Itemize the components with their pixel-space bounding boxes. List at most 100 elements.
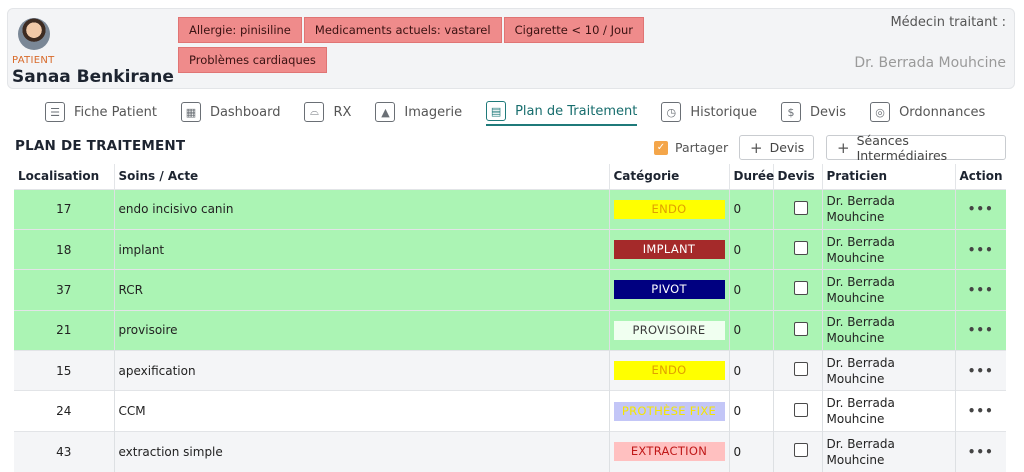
cell-duree: 0 (729, 430, 774, 472)
devis-checkbox[interactable] (793, 443, 808, 458)
cell-devis (773, 390, 823, 432)
cell-localisation: 15 (14, 350, 115, 391)
cell-categorie: PROTHÈSE FIXE (609, 390, 730, 432)
tab-label: Ordonnances (899, 104, 986, 120)
plus-icon: + (837, 138, 850, 157)
cell-categorie: EXTRACTION (609, 430, 730, 472)
patient-tabs: ☰ Fiche Patient ▦ Dashboard ⌓ RX ▲ Image… (45, 98, 1009, 128)
table-row[interactable]: 21 provisoire PROVISOIRE 0 Dr. Berrada Mouhc… (14, 309, 1007, 351)
cell-devis (773, 228, 823, 270)
checkmark-icon[interactable]: ✓ (654, 140, 668, 155)
more-actions-icon[interactable]: ••• (960, 323, 1007, 337)
column-header-localisation[interactable]: Localisation (14, 164, 115, 189)
cell-acte: provisoire (114, 309, 610, 351)
category-badge: ENDO (613, 199, 725, 219)
cell-praticien: Dr. Berrada Mouhcine (822, 269, 956, 311)
table-header-row: Localisation Soins / Acte Catégorie Duré… (14, 164, 1006, 189)
cardiac-badge: Problèmes cardiaques (178, 47, 327, 73)
cell-devis (773, 350, 823, 391)
cell-action: ••• (955, 309, 1007, 351)
doctor-name: Dr. Berrada Mouhcine (854, 55, 1006, 71)
tab-label: Plan de Traitement (515, 103, 638, 119)
table-row[interactable]: 24 CCM PROTHÈSE FIXE 0 Dr. Berrada Mouhcine •… (14, 390, 1007, 432)
cell-devis (773, 430, 823, 472)
table-row[interactable]: 43 extraction simple EXTRACTION 0 Dr. Berrad… (14, 430, 1007, 472)
devis-checkbox[interactable] (793, 241, 808, 256)
cell-categorie: PROVISOIRE (609, 309, 730, 351)
more-actions-icon[interactable]: ••• (960, 202, 1007, 216)
column-header-devis[interactable]: Devis (773, 164, 823, 189)
devis-checkbox[interactable] (793, 281, 808, 296)
tab-rx[interactable]: ⌓ RX (304, 98, 351, 126)
cell-localisation: 43 (14, 430, 115, 472)
column-header-soins[interactable]: Soins / Acte (114, 164, 610, 189)
more-actions-icon[interactable]: ••• (960, 243, 1007, 257)
table-row[interactable]: 18 implant IMPLANT 0 Dr. Berrada Mouhcine ••• (14, 228, 1007, 270)
tab-devis[interactable]: $ Devis (780, 98, 846, 126)
column-header-duree[interactable]: Durée (729, 164, 774, 189)
patient-avatar (18, 18, 50, 50)
more-actions-icon[interactable]: ••• (960, 364, 1007, 378)
devis-checkbox[interactable] (793, 200, 808, 215)
allergy-badge: Allergie: pinisiline (178, 17, 302, 43)
tab-plan-de-traitement[interactable]: ▤ Plan de Traitement (486, 98, 638, 126)
category-badge: PROVISOIRE (613, 320, 725, 340)
cell-praticien: Dr. Berrada Mouhcine (822, 430, 956, 472)
devis-checkbox[interactable] (793, 321, 808, 336)
tooth-icon: ⌓ (304, 102, 325, 122)
patient-header-card: PATIENT Sanaa Benkirane Allergie: pinisi… (7, 8, 1015, 89)
tab-label: RX (333, 104, 352, 120)
share-label: Partager (675, 140, 729, 155)
devis-button-label: Devis (769, 140, 805, 155)
cell-praticien: Dr. Berrada Mouhcine (822, 228, 956, 270)
tab-imagerie[interactable]: ▲ Imagerie (375, 98, 462, 126)
cell-categorie: PIVOT (609, 269, 730, 311)
cell-localisation: 18 (14, 228, 115, 270)
cell-categorie: ENDO (609, 188, 730, 230)
devis-checkbox[interactable] (793, 402, 808, 417)
image-icon: ▲ (375, 102, 396, 122)
cell-acte: apexification (114, 350, 610, 391)
table-row[interactable]: 15 apexification ENDO 0 Dr. Berrada Mouhcine… (14, 350, 1007, 391)
tab-ordonnances[interactable]: ◎ Ordonnances (870, 98, 985, 126)
add-seances-button[interactable]: + Séances Intermédiaires (826, 133, 1006, 163)
cell-acte: RCR (114, 269, 610, 311)
cell-duree: 0 (729, 188, 774, 230)
column-header-action: Action (955, 164, 1006, 189)
share-toggle[interactable]: ✓ Partager (654, 140, 728, 155)
prescription-icon: ◎ (870, 102, 891, 122)
more-actions-icon[interactable]: ••• (960, 445, 1007, 459)
column-header-praticien[interactable]: Praticien (822, 164, 956, 189)
cell-action: ••• (955, 350, 1007, 391)
doctor-label: Médecin traitant : (890, 15, 1006, 30)
cell-duree: 0 (729, 390, 774, 432)
column-header-categorie[interactable]: Catégorie (609, 164, 730, 189)
more-actions-icon[interactable]: ••• (960, 283, 1007, 297)
patient-name: Sanaa Benkirane (12, 67, 174, 87)
add-devis-button[interactable]: + Devis (739, 135, 814, 160)
cell-localisation: 37 (14, 269, 115, 311)
tab-historique[interactable]: ◷ Historique (661, 98, 757, 126)
dashboard-icon: ▦ (180, 102, 201, 122)
patient-tag: PATIENT (12, 55, 55, 66)
table-row[interactable]: 17 endo incisivo canin ENDO 0 Dr. Berrada Mo… (14, 188, 1007, 230)
cell-praticien: Dr. Berrada Mouhcine (822, 309, 956, 351)
more-actions-icon[interactable]: ••• (960, 404, 1007, 418)
calendar-icon: ▤ (486, 101, 507, 121)
cell-localisation: 24 (14, 390, 115, 432)
category-badge: PROTHÈSE FIXE (613, 401, 725, 421)
treatment-plan-table: Localisation Soins / Acte Catégorie Duré… (14, 164, 1006, 472)
cell-devis (773, 188, 823, 230)
cell-duree: 0 (729, 269, 774, 311)
cell-categorie: IMPLANT (609, 228, 730, 270)
tab-fiche-patient[interactable]: ☰ Fiche Patient (45, 98, 157, 126)
cell-categorie: ENDO (609, 350, 730, 391)
plus-icon: + (750, 138, 763, 157)
medication-badge: Medicaments actuels: vastarel (303, 17, 502, 43)
tab-label: Imagerie (404, 104, 463, 120)
table-row[interactable]: 37 RCR PIVOT 0 Dr. Berrada Mouhcine ••• (14, 269, 1007, 311)
cell-localisation: 17 (14, 188, 115, 230)
cell-devis (773, 269, 823, 311)
tab-dashboard[interactable]: ▦ Dashboard (180, 98, 280, 126)
devis-checkbox[interactable] (793, 362, 808, 377)
